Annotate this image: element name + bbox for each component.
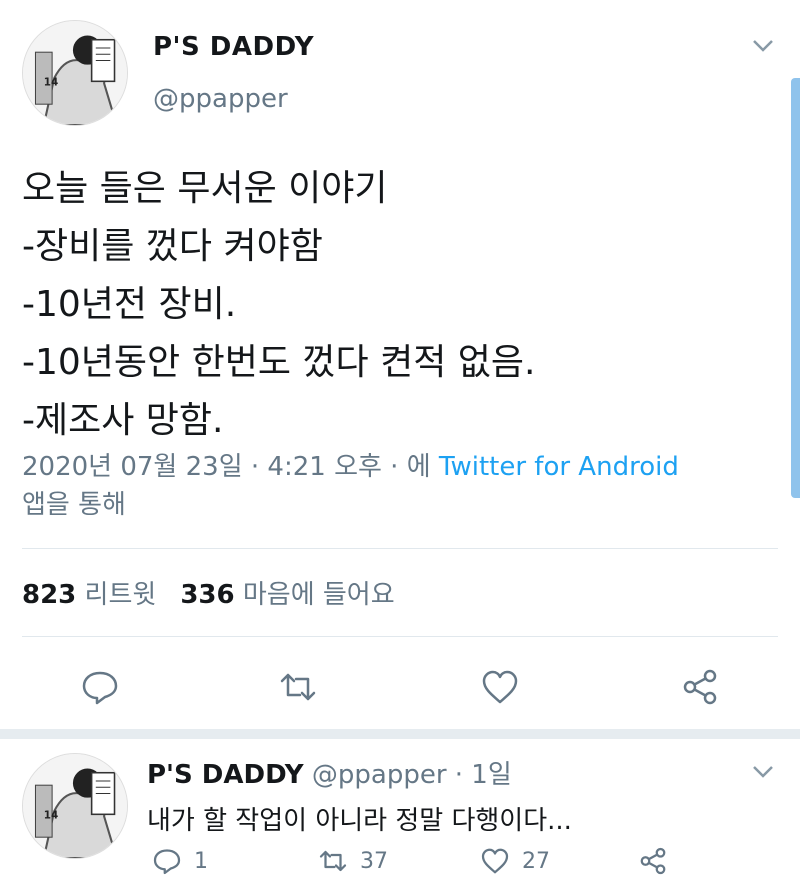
reply-retweet-button[interactable]: 37 [318,846,388,876]
tweet-line: -장비를 껐다 켜야함 [22,226,323,267]
tweet-text: 오늘 들은 무서운 이야기 -장비를 껐다 켜야함 -10년전 장비. -10년… [22,160,535,450]
reply-like-button[interactable]: 27 [480,846,550,876]
reply-reply-button[interactable]: 1 [152,846,208,876]
like-button[interactable] [478,665,522,709]
reply-button[interactable] [78,665,122,709]
retweet-button[interactable] [276,665,320,709]
retweet-label: 리트윗 [84,580,157,610]
reply-avatar[interactable]: 14 [22,753,128,859]
tweet-meta: 2020년 07월 23일 · 4:21 오후 · 에 Twitter for … [22,448,762,524]
reply-actions: 1 37 27 [0,846,800,886]
scrollbar[interactable] [791,78,800,498]
svg-text:14: 14 [44,809,58,821]
reply-time: · 1일 [446,760,512,790]
divider [22,636,778,637]
reply-share-button[interactable] [638,846,680,876]
svg-text:14: 14 [44,76,58,88]
likes-stat[interactable]: 336 마음에 들어요 [180,580,394,610]
source-suffix: 앱을 통해 [22,490,126,520]
avatar-image: 14 [23,21,127,125]
section-separator [0,729,800,739]
chevron-down-icon[interactable] [752,34,774,58]
retweet-icon [280,673,316,701]
tweet-line: -10년전 장비. [22,284,237,325]
like-icon [481,848,509,874]
like-icon [482,670,518,704]
tweet-stats: 823 리트윗 336 마음에 들어요 [22,574,395,611]
retweet-count: 823 [22,580,77,610]
reply-author-handle[interactable]: @ppapper [312,760,447,790]
divider [22,548,778,549]
reply-icon [153,849,181,875]
source-link[interactable]: Twitter for Android [439,452,679,482]
author-handle[interactable]: @ppapper [153,84,288,114]
reply-retweet-count: 37 [360,848,388,874]
retweets-stat[interactable]: 823 리트윗 [22,580,156,610]
tweet-line: -10년동안 한번도 껐다 켠적 없음. [22,342,536,383]
share-icon [640,847,666,875]
reply-text: 내가 할 작업이 아니라 정말 다행이다... [147,806,572,836]
reply-icon [82,671,118,705]
timestamp: 2020년 07월 23일 · 4:21 오후 · 에 [22,452,439,482]
share-button[interactable] [678,665,722,709]
reply-like-count: 27 [522,848,550,874]
tweet-line: -제조사 망함. [22,400,224,441]
author-name[interactable]: P'S DADDY [153,32,314,62]
share-icon [683,669,717,705]
reply-count: 1 [194,848,208,874]
tweet-actions [0,665,800,711]
reply-header: P'S DADDY @ppapper · 1일 [147,754,512,791]
like-count: 336 [180,580,235,610]
avatar[interactable]: 14 [22,20,128,126]
like-label: 마음에 들어요 [242,580,395,610]
avatar-image: 14 [23,754,127,858]
tweet-line: 오늘 들은 무서운 이야기 [22,168,388,209]
reply-author-name[interactable]: P'S DADDY [147,760,304,790]
chevron-down-icon[interactable] [752,760,774,784]
retweet-icon [319,850,347,872]
